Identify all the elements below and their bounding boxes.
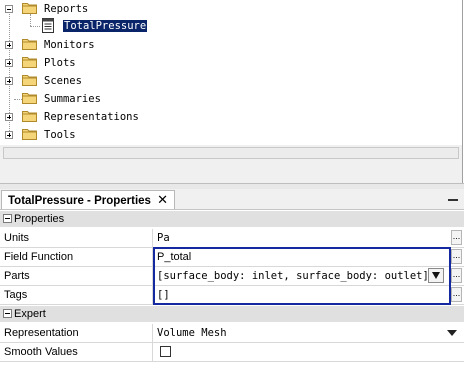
parts-ellipsis-button[interactable]: ... [451,268,462,283]
tab-title: TotalPressure - Properties [8,195,151,207]
column-divider [152,343,153,361]
tree-item-scenes[interactable]: Scenes [0,73,460,91]
folder-icon [22,3,37,14]
section-title: Expert [14,308,46,320]
column-divider [152,229,153,247]
expand-icon[interactable] [5,77,13,85]
tree-item-label: Monitors [44,39,95,51]
filter-icon[interactable] [428,268,444,283]
property-name: Representation [4,327,79,339]
folder-icon [22,93,37,104]
units-value[interactable]: Pa [157,232,170,244]
property-name: Units [4,232,30,244]
expand-icon[interactable] [5,131,13,139]
parts-value[interactable]: [surface_body: inlet, surface_body: outl… [157,270,429,282]
tags-value[interactable]: [] [157,289,170,301]
tab-properties[interactable]: TotalPressure - Properties ✕ [1,190,176,209]
folder-icon [22,75,37,86]
field-function-ellipsis-button[interactable]: ... [451,249,462,264]
tree-item-representations[interactable]: Representations [0,109,460,127]
tree-item-totalpressure[interactable]: TotalPressure [0,18,460,36]
tree-item-tools[interactable]: Tools [0,127,460,145]
section-expert[interactable]: Expert [0,306,464,322]
column-divider [152,248,153,266]
simulation-tree: Reports TotalPressure Monitors Plots Sce… [0,0,463,145]
chevron-down-icon[interactable] [447,330,457,336]
tree-item-label: Scenes [44,75,82,87]
close-icon[interactable]: ✕ [157,192,168,207]
property-row-tags[interactable]: Tags [] ... [0,286,464,305]
properties-tabbar: TotalPressure - Properties ✕ [0,189,464,210]
section-properties[interactable]: Properties [0,211,464,227]
expand-icon[interactable] [5,113,13,121]
tree-item-label: TotalPressure [63,20,148,32]
property-row-parts[interactable]: Parts [surface_body: inlet, surface_body… [0,267,464,286]
tree-item-label: Reports [44,3,89,15]
column-divider [152,324,153,342]
property-row-units[interactable]: Units Pa ... [0,229,464,248]
tree-item-summaries[interactable]: Summaries [0,91,460,109]
tree-item-monitors[interactable]: Monitors [0,37,460,55]
column-divider [152,267,153,285]
tree-item-plots[interactable]: Plots [0,55,460,73]
collapse-icon[interactable] [3,309,12,318]
tree-item-label: Plots [44,57,76,69]
folder-icon [22,111,37,122]
horizontal-scrollbar[interactable] [3,147,459,159]
tree-item-label: Representations [44,111,139,123]
property-row-field-function[interactable]: Field Function P_total ... [0,248,464,267]
column-divider [152,286,153,304]
expand-icon[interactable] [5,59,13,67]
report-icon [42,18,54,33]
tree-item-label: Summaries [44,93,101,105]
section-title: Properties [14,213,65,225]
property-row-smooth-values[interactable]: Smooth Values [0,343,464,362]
units-ellipsis-button[interactable]: ... [451,230,462,245]
collapse-icon[interactable] [3,214,12,223]
smooth-values-checkbox[interactable] [160,346,171,357]
folder-icon [22,39,37,50]
property-name: Tags [4,289,28,301]
property-name: Smooth Values [4,346,78,358]
property-row-representation[interactable]: Representation Volume Mesh [0,324,464,343]
tags-ellipsis-button[interactable]: ... [451,287,462,302]
folder-icon [22,57,37,68]
property-name: Parts [4,270,30,282]
collapse-icon[interactable] [5,5,13,13]
field-function-value[interactable]: P_total [157,251,191,263]
folder-icon [22,129,37,140]
tree-item-reports[interactable]: Reports [0,1,460,19]
minimize-icon[interactable] [448,199,458,201]
property-name: Field Function [4,251,74,263]
representation-select[interactable]: Volume Mesh [157,327,227,339]
expand-icon[interactable] [5,41,13,49]
tree-item-label: Tools [44,129,76,141]
